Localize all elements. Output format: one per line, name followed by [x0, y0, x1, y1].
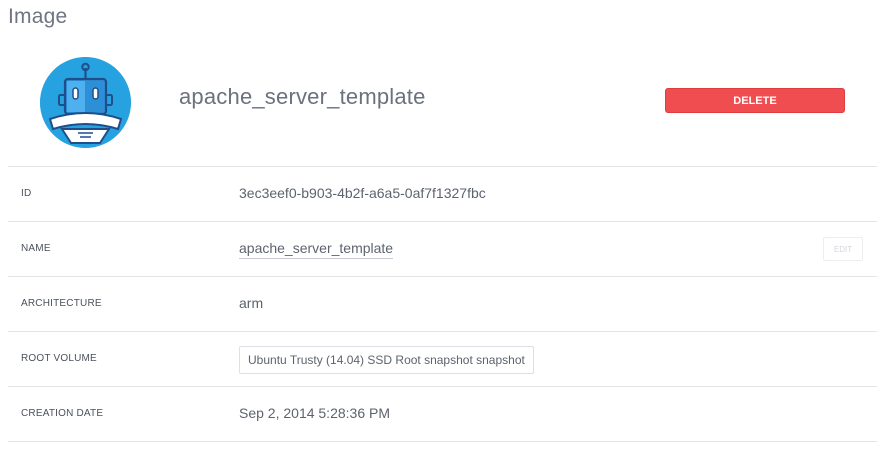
image-avatar — [40, 57, 131, 148]
architecture-label: ARCHITECTURE — [21, 298, 102, 309]
architecture-value: arm — [239, 295, 264, 311]
robot-icon — [40, 57, 131, 148]
root-volume-link[interactable]: Ubuntu Trusty (14.04) SSD Root snapshot … — [239, 346, 534, 374]
detail-row-creation-date: CREATION DATE Sep 2, 2014 5:28:36 PM — [8, 386, 877, 442]
image-details-table: ID 3ec3eef0-b903-4b2f-a6a5-0af7f1327fbc … — [8, 166, 877, 442]
detail-row-architecture: ARCHITECTURE arm — [8, 276, 877, 331]
image-name-heading: apache_server_template — [179, 84, 426, 109]
detail-row-root-volume: ROOT VOLUME Ubuntu Trusty (14.04) SSD Ro… — [8, 331, 877, 386]
detail-row-id: ID 3ec3eef0-b903-4b2f-a6a5-0af7f1327fbc — [8, 166, 877, 221]
edit-name-button[interactable]: EDIT — [823, 237, 863, 261]
page-title: Image — [8, 5, 68, 28]
creation-date-label: CREATION DATE — [21, 408, 104, 419]
name-value[interactable]: apache_server_template — [239, 240, 394, 259]
name-label: NAME — [21, 243, 51, 254]
id-label: ID — [21, 188, 32, 199]
delete-button[interactable]: DELETE — [665, 88, 845, 113]
image-detail-page: Image apache_server_template DELETE ID 3… — [0, 0, 885, 453]
id-value: 3ec3eef0-b903-4b2f-a6a5-0af7f1327fbc — [239, 185, 486, 201]
detail-row-name: NAME apache_server_template EDIT — [8, 221, 877, 276]
creation-date-value: Sep 2, 2014 5:28:36 PM — [239, 405, 390, 421]
root-volume-label: ROOT VOLUME — [21, 353, 97, 364]
